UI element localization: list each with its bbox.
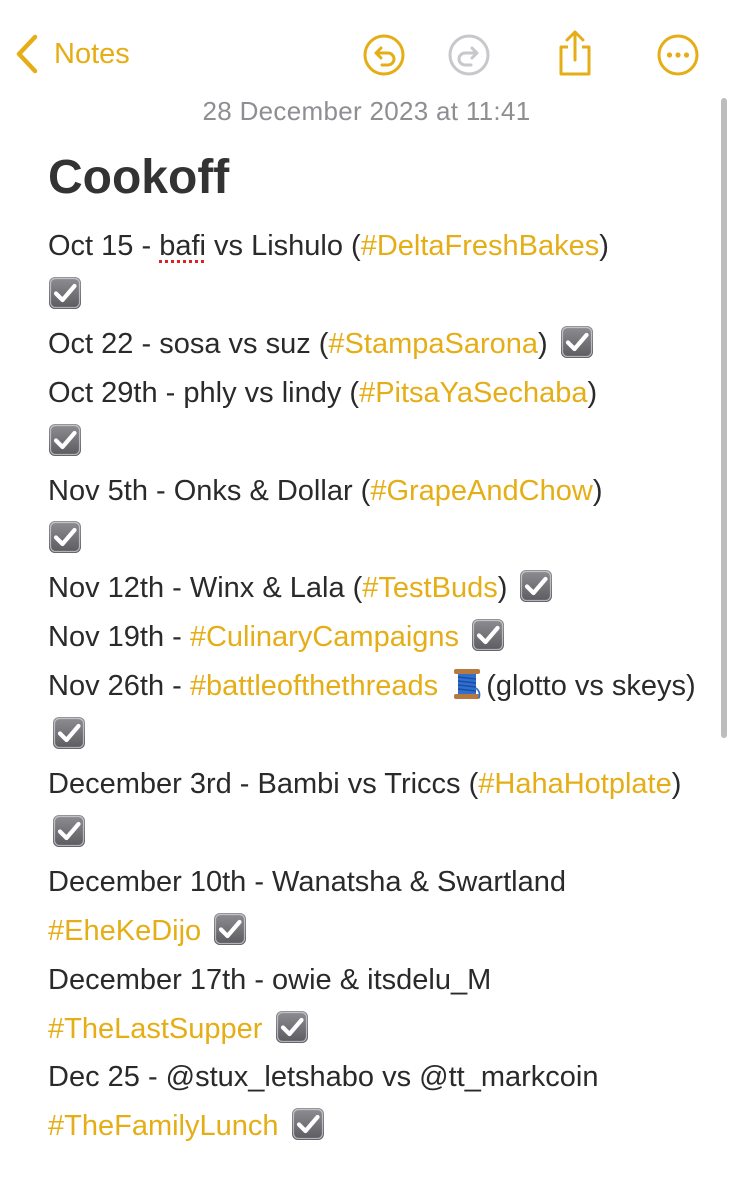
checkbox-icon[interactable] <box>48 276 82 310</box>
entry-dec-3: December 3rd - Bambi vs Triccs (#HahaHot… <box>48 768 681 849</box>
checkbox-icon[interactable] <box>48 423 82 457</box>
scrollbar[interactable] <box>721 98 727 738</box>
checkbox-icon[interactable] <box>471 618 505 652</box>
misspelled-word: bafi <box>159 230 206 262</box>
checkbox-icon[interactable] <box>291 1107 325 1141</box>
entry-oct-22: Oct 22 - sosa vs suz (#StampaSarona) <box>48 325 594 360</box>
more-icon <box>656 33 700 77</box>
hashtag[interactable]: #CulinaryCampaigns <box>190 621 459 653</box>
back-label: Notes <box>54 38 130 70</box>
redo-button[interactable] <box>447 33 491 77</box>
hashtag[interactable]: #DeltaFreshBakes <box>361 230 600 262</box>
redo-icon <box>447 33 491 77</box>
note-timestamp: 28 December 2023 at 11:41 <box>202 96 531 126</box>
hashtag[interactable]: #HahaHotplate <box>478 768 671 800</box>
undo-icon <box>362 33 406 77</box>
checkbox-icon[interactable] <box>52 716 86 750</box>
share-button[interactable] <box>553 28 597 78</box>
hashtag[interactable]: #GrapeAndChow <box>370 475 592 507</box>
back-to-notes-button[interactable]: Notes <box>14 34 130 74</box>
hashtag[interactable]: #battleofthethreads <box>190 670 438 702</box>
entry-nov-26: Nov 26th - #battleofthethreads (glotto v… <box>48 668 696 751</box>
note-body[interactable]: Oct 15 - bafi vs Lishulo (#DeltaFreshBak… <box>48 222 708 1151</box>
chevron-left-icon <box>14 34 40 74</box>
hashtag[interactable]: #TheLastSupper <box>48 1013 262 1045</box>
checkbox-icon[interactable] <box>48 520 82 554</box>
checkbox-icon[interactable] <box>52 814 86 848</box>
toolbar: Notes <box>0 0 733 110</box>
entry-dec-10: December 10th - Wanatsha & Swartland #Eh… <box>48 865 566 947</box>
checkbox-icon[interactable] <box>275 1010 309 1044</box>
more-options-button[interactable] <box>656 33 700 77</box>
entry-dec-17: December 17th - owie & itsdelu_M #TheLas… <box>48 963 492 1045</box>
checkbox-icon[interactable] <box>519 569 553 603</box>
entry-dec-25: Dec 25 - @stux_letshabo vs @tt_markcoin … <box>48 1061 599 1143</box>
hashtag[interactable]: #PitsaYaSechaba <box>359 377 587 409</box>
entry-oct-15: Oct 15 - bafi vs Lishulo (#DeltaFreshBak… <box>48 230 609 311</box>
entry-nov-5: Nov 5th - Onks & Dollar (#GrapeAndChow) <box>48 475 602 556</box>
hashtag[interactable]: #TheFamilyLunch <box>48 1110 279 1142</box>
entry-nov-12: Nov 12th - Winx & Lala (#TestBuds) <box>48 569 553 604</box>
share-icon <box>555 29 595 77</box>
hashtag[interactable]: #StampaSarona <box>328 328 538 360</box>
note-title[interactable]: Cookoff <box>48 150 229 206</box>
checkbox-icon[interactable] <box>560 325 594 359</box>
entry-nov-19: Nov 19th - #CulinaryCampaigns <box>48 618 505 653</box>
entry-oct-29: Oct 29th - phly vs lindy (#PitsaYaSechab… <box>48 377 597 458</box>
undo-button[interactable] <box>362 33 406 77</box>
spool-of-thread-icon <box>452 668 482 700</box>
hashtag[interactable]: #TestBuds <box>362 572 497 604</box>
hashtag[interactable]: #EheKeDijo <box>48 915 201 947</box>
checkbox-icon[interactable] <box>213 912 247 946</box>
